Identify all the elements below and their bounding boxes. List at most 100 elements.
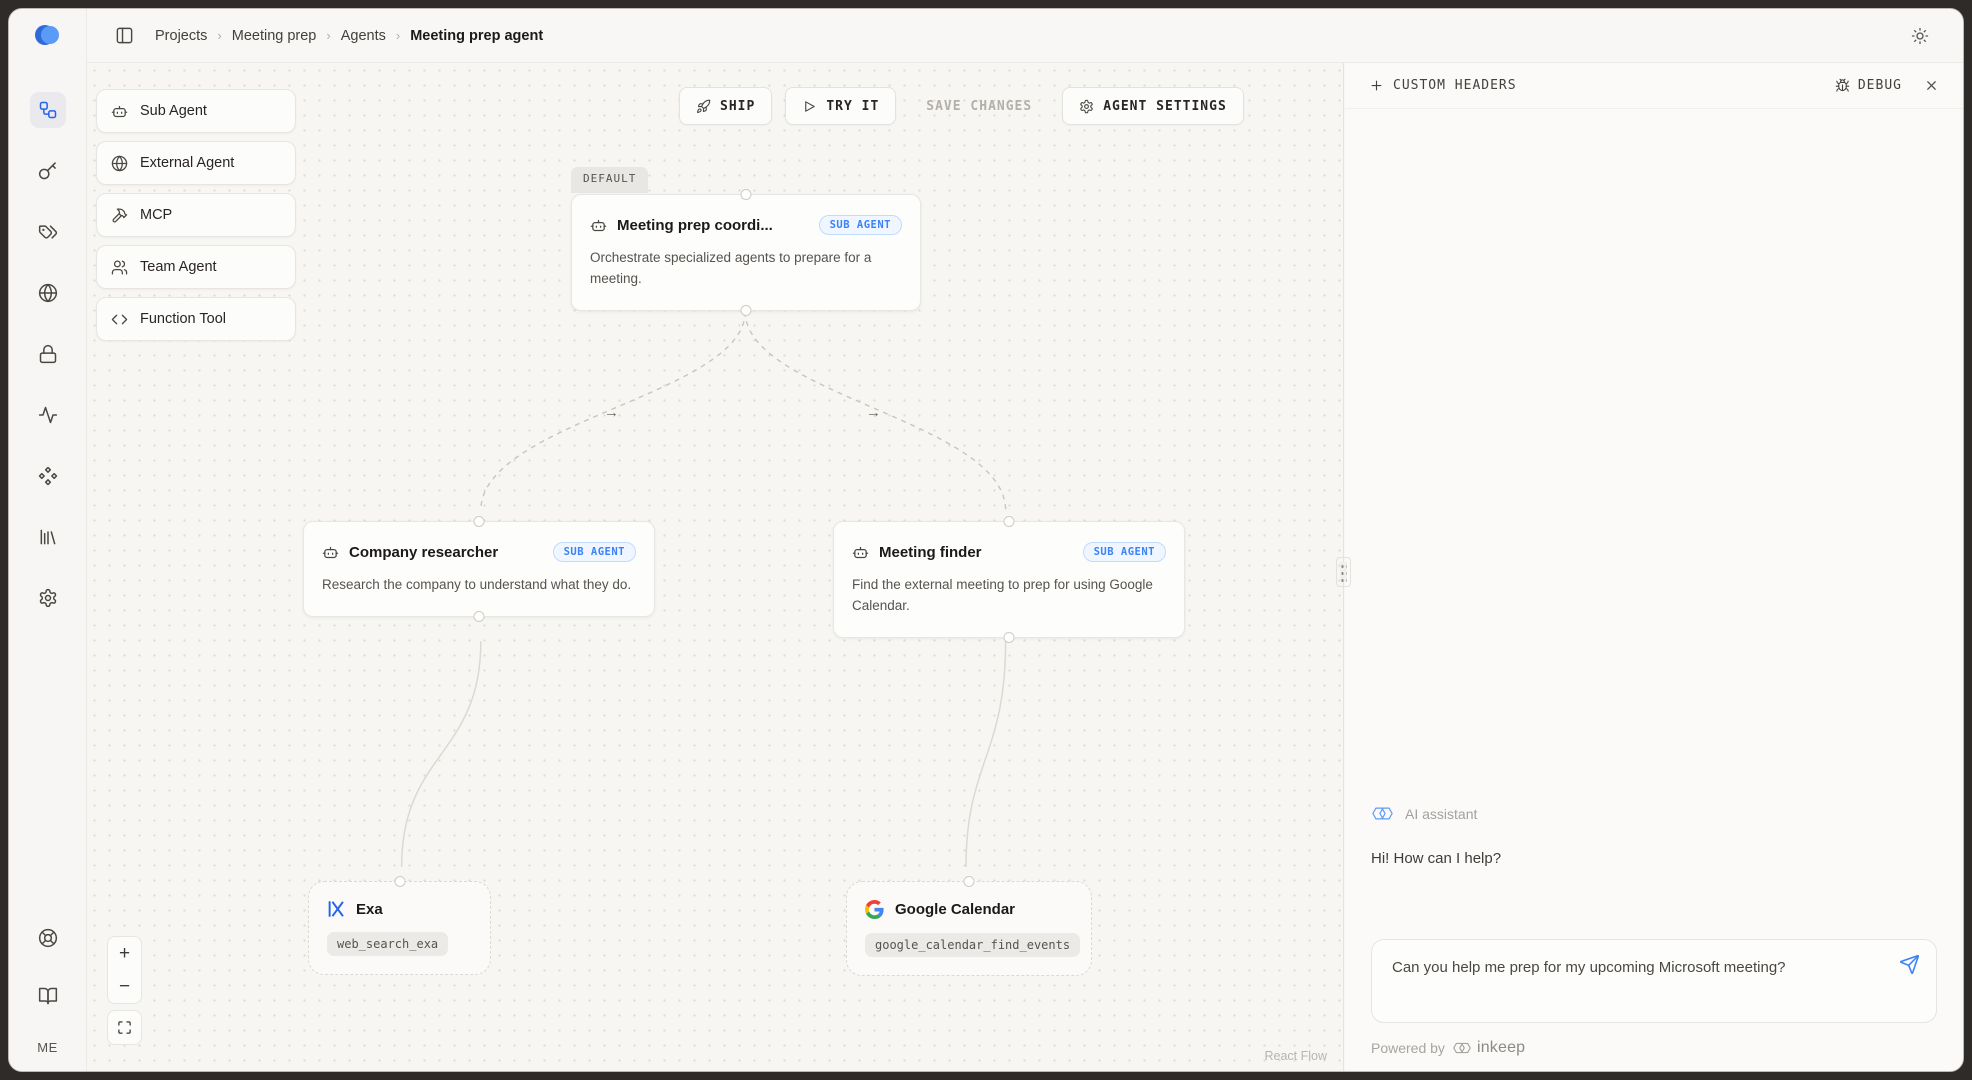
agent-node-company-researcher[interactable]: Company researcher SUB AGENT Research th… <box>303 521 655 617</box>
tool-node-exa[interactable]: Exa web_search_exa <box>308 881 491 975</box>
hammer-icon <box>111 207 128 224</box>
user-avatar[interactable]: ME <box>37 1036 58 1057</box>
sun-icon <box>1911 27 1929 45</box>
users-icon <box>111 259 128 276</box>
breadcrumb-agents[interactable]: Agents <box>341 28 386 44</box>
code-icon <box>111 311 128 328</box>
agent-node-coordinator[interactable]: Meeting prep coordi... SUB AGENT Orchest… <box>571 194 921 311</box>
palette-item-mcp[interactable]: MCP <box>96 193 296 237</box>
maximize-icon <box>117 1020 132 1035</box>
tool-id-pill: web_search_exa <box>327 932 448 956</box>
rail-item-docs[interactable] <box>30 978 66 1014</box>
chat-input-box: Can you help me prep for my upcoming Mic… <box>1371 939 1937 1023</box>
life-buoy-icon <box>38 928 58 948</box>
react-flow-attribution[interactable]: React Flow <box>1264 1049 1327 1063</box>
inkeep-brand-icon <box>1452 1039 1472 1057</box>
globe-icon <box>111 155 128 172</box>
google-logo-icon <box>865 900 884 919</box>
assistant-greeting-message: Hi! How can I help? <box>1371 850 1937 867</box>
rail-item-external[interactable] <box>30 275 66 311</box>
node-handle-top[interactable] <box>474 516 485 527</box>
breadcrumb-projects[interactable]: Projects <box>155 28 207 44</box>
try-it-chat-panel: CUSTOM HEADERS DEBUG AI assistant Hi! Ho… <box>1345 63 1963 1071</box>
top-header: Projects › Meeting prep › Agents › Meeti… <box>87 9 1963 63</box>
breadcrumb: Projects › Meeting prep › Agents › Meeti… <box>155 28 543 44</box>
agent-node-meeting-finder[interactable]: Meeting finder SUB AGENT Find the extern… <box>833 521 1185 638</box>
rail-item-activity[interactable] <box>30 397 66 433</box>
node-description: Research the company to understand what … <box>322 575 636 596</box>
node-handle-top[interactable] <box>394 876 405 887</box>
rail-item-tags[interactable] <box>30 214 66 250</box>
sidebar-toggle-button[interactable] <box>109 21 139 51</box>
close-icon <box>1924 78 1939 93</box>
sub-agent-badge: SUB AGENT <box>819 215 902 235</box>
book-open-icon <box>38 986 58 1006</box>
rail-item-settings[interactable] <box>30 580 66 616</box>
ship-button-label: SHIP <box>720 99 755 114</box>
bot-icon <box>111 103 128 120</box>
breadcrumb-current-page: Meeting prep agent <box>410 28 543 44</box>
send-button[interactable] <box>1899 954 1920 980</box>
node-handle-bottom[interactable] <box>741 305 752 316</box>
palette-item-function-tool[interactable]: Function Tool <box>96 297 296 341</box>
breadcrumb-meeting-prep[interactable]: Meeting prep <box>232 28 317 44</box>
save-changes-button[interactable]: SAVE CHANGES <box>909 87 1049 125</box>
node-handle-top[interactable] <box>964 876 975 887</box>
powered-by-link[interactable]: Powered by inkeep <box>1371 1039 1937 1057</box>
ship-button[interactable]: SHIP <box>679 87 772 125</box>
edge-arrow-icon: → <box>866 404 881 421</box>
gear-icon <box>38 588 58 608</box>
plus-icon <box>1369 78 1384 93</box>
custom-headers-button[interactable]: CUSTOM HEADERS <box>1369 78 1517 93</box>
zoom-out-button[interactable]: − <box>108 970 141 1003</box>
rail-item-keys[interactable] <box>30 153 66 189</box>
tool-node-google-calendar[interactable]: Google Calendar google_calendar_find_eve… <box>846 881 1092 976</box>
component-icon <box>38 466 58 486</box>
tool-title: Exa <box>356 901 383 918</box>
theme-toggle-button[interactable] <box>1905 21 1935 51</box>
palette-item-label: Function Tool <box>140 311 226 327</box>
bot-icon <box>852 544 869 561</box>
palette-item-label: Team Agent <box>140 259 217 275</box>
bug-icon <box>1835 78 1850 93</box>
workflow-icon <box>38 100 58 120</box>
rail-item-library[interactable] <box>30 519 66 555</box>
save-changes-button-label: SAVE CHANGES <box>926 99 1032 114</box>
palette-item-team-agent[interactable]: Team Agent <box>96 245 296 289</box>
powered-by-text: Powered by <box>1371 1040 1445 1056</box>
edge-arrow-icon: → <box>604 404 619 421</box>
node-handle-bottom[interactable] <box>474 611 485 622</box>
agent-settings-button-label: AGENT SETTINGS <box>1103 99 1227 114</box>
zoom-in-button[interactable]: + <box>108 937 141 970</box>
chat-input[interactable]: Can you help me prep for my upcoming Mic… <box>1392 956 1822 981</box>
rail-item-credentials[interactable] <box>30 336 66 372</box>
flow-canvas[interactable]: → → Sub Agent External Agent MCP Team Ag… <box>87 63 1344 1071</box>
node-handle-bottom[interactable] <box>1004 632 1015 643</box>
agent-settings-button[interactable]: AGENT SETTINGS <box>1062 87 1244 125</box>
tool-id-pill: google_calendar_find_events <box>865 933 1080 957</box>
panel-resize-handle[interactable] <box>1336 557 1351 587</box>
left-rail: ME <box>9 9 87 1071</box>
rail-item-components[interactable] <box>30 458 66 494</box>
rocket-icon <box>696 99 711 114</box>
fit-view-button[interactable] <box>108 1011 141 1044</box>
palette-item-sub-agent[interactable]: Sub Agent <box>96 89 296 133</box>
try-it-button[interactable]: TRY IT <box>785 87 896 125</box>
assistant-label: AI assistant <box>1405 806 1477 822</box>
debug-label: DEBUG <box>1858 78 1902 93</box>
chat-panel-header: CUSTOM HEADERS DEBUG <box>1345 63 1963 109</box>
rail-item-workflow[interactable] <box>30 92 66 128</box>
close-panel-button[interactable] <box>1924 78 1939 93</box>
node-handle-top[interactable] <box>741 189 752 200</box>
node-palette: Sub Agent External Agent MCP Team Agent … <box>96 89 296 341</box>
rail-item-help[interactable] <box>30 920 66 956</box>
canvas-toolbar: SHIP TRY IT SAVE CHANGES AGENT SETTINGS <box>679 87 1244 125</box>
palette-item-external-agent[interactable]: External Agent <box>96 141 296 185</box>
node-handle-top[interactable] <box>1004 516 1015 527</box>
breadcrumb-separator: › <box>217 28 221 43</box>
node-title: Company researcher <box>349 544 498 561</box>
debug-button[interactable]: DEBUG <box>1835 78 1902 93</box>
tool-title: Google Calendar <box>895 901 1015 918</box>
key-icon <box>38 161 58 181</box>
breadcrumb-separator: › <box>326 28 330 43</box>
